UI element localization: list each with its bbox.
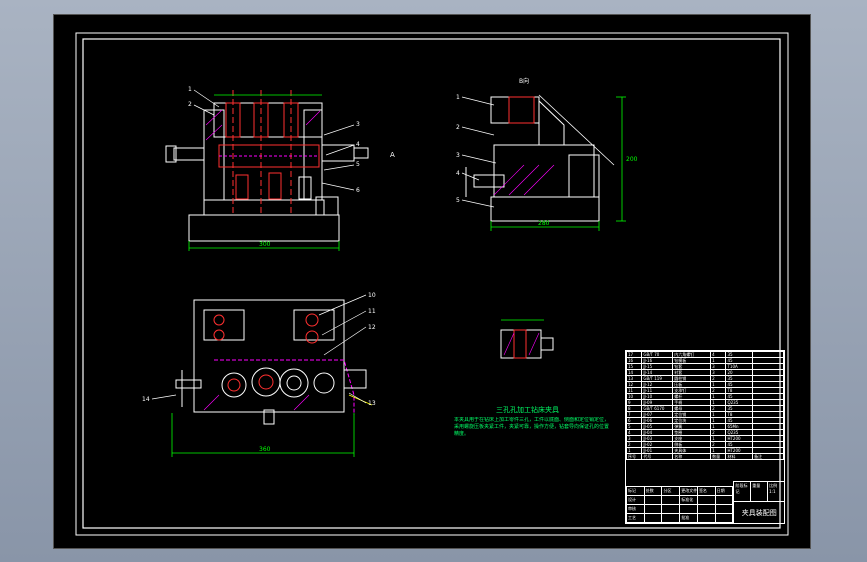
signature-cell: 分区 — [661, 486, 681, 496]
signature-cell: 审核 — [626, 504, 645, 514]
signature-cell — [643, 495, 663, 505]
signature-cell: 批准 — [679, 513, 698, 523]
parts-list-table: 17 GB/T 70 内六角螺钉 4 35 16 JJ-16 钻模板 1 45 15 JJ-15 钻套 3… — [625, 351, 784, 460]
title-block[interactable]: 17 GB/T 70 内六角螺钉 4 35 16 JJ-16 钻模板 1 45 15 JJ-15 钻套 3… — [625, 350, 785, 524]
signature-cell — [643, 504, 663, 514]
parts-list-cell: 数量 — [710, 453, 727, 460]
stage-block: 阶段标记 重量 比例 1:1 — [733, 481, 784, 501]
plan-part-label: 12 — [368, 324, 376, 331]
parts-list-cell: 备注 — [752, 453, 784, 460]
drawing-name: 夹具装配图 — [733, 501, 784, 523]
signature-cell — [661, 495, 681, 505]
signature-cell: 日期 — [714, 486, 734, 496]
signature-cell: 签名 — [696, 486, 716, 496]
front-part-label: 3 — [356, 121, 360, 128]
front-part-label: 6 — [356, 187, 360, 194]
parts-list-cell: 材料 — [725, 453, 754, 460]
signature-row: 审核 — [626, 504, 734, 514]
plan-width-dimension: 360 — [259, 446, 271, 453]
stage-label: 阶段标记 — [734, 482, 752, 501]
signature-row: 设计 标准化 — [626, 495, 734, 505]
signature-cell: 标准化 — [679, 495, 698, 505]
side-height-dimension: 200 — [626, 156, 638, 163]
front-width-dimension: 300 — [259, 241, 271, 248]
signature-cell: 设计 — [626, 495, 645, 505]
parts-list-cell: 名称 — [672, 453, 712, 460]
plan-view[interactable]: 360 10 11 12 13 14 — [142, 292, 376, 457]
signature-cell: 工艺 — [626, 513, 645, 523]
scale-value: 1:1 — [769, 489, 776, 494]
signature-table: 标记处数分区更改文件号签名日期设计标准化审核工艺批准 — [626, 486, 734, 523]
signature-cell: 更改文件号 — [679, 486, 698, 496]
front-part-label: 4 — [356, 141, 360, 148]
side-part-label: 2 — [456, 124, 460, 131]
signature-cell — [714, 504, 734, 514]
view-b-label: B向 — [519, 77, 529, 85]
plan-part-label: 13 — [368, 400, 376, 407]
side-width-dimension: 280 — [538, 220, 550, 227]
notes-title: 三孔孔加工钻床夹具 — [496, 405, 559, 414]
parts-list-cell: 代号 — [641, 453, 674, 460]
front-view[interactable]: 300 1 2 3 4 5 6 A — [165, 86, 395, 251]
plan-part-label: 11 — [368, 308, 376, 315]
front-part-label: 2 — [188, 101, 192, 108]
signature-cell — [714, 513, 734, 523]
signature-cell: 处数 — [643, 486, 663, 496]
side-view[interactable]: B向 280 200 1 2 3 4 5 — [456, 77, 638, 231]
plan-part-label: 14 — [142, 396, 150, 403]
scale-label-text: 比例 — [769, 483, 778, 488]
detail-view[interactable] — [500, 319, 554, 359]
technical-notes: 三孔孔加工钻床夹具 本夹具用于在钻床上加工零件三孔，工件以底面、侧面和定位销定位… — [454, 405, 609, 437]
signature-cell — [661, 504, 681, 514]
signature-cell: 标记 — [626, 486, 645, 496]
side-part-label: 3 — [456, 152, 460, 159]
plan-part-label: 10 — [368, 292, 376, 299]
parts-list-header: 序号 代号 名称 数量 材料 备注 — [625, 453, 784, 460]
front-part-label: 5 — [356, 161, 360, 168]
front-part-label: 1 — [188, 86, 192, 93]
signature-cell — [696, 504, 716, 514]
signature-cell — [661, 513, 681, 523]
side-part-label: 1 — [456, 94, 460, 101]
section-label-a: A — [390, 151, 395, 159]
signature-cell — [696, 513, 716, 523]
signature-row: 标记处数分区更改文件号签名日期 — [626, 486, 734, 496]
signature-cell — [696, 495, 716, 505]
parts-list-cell: 序号 — [625, 453, 643, 460]
side-part-label: 5 — [456, 197, 460, 204]
notes-body: 本夹具用于在钻床上加工零件三孔，工件以底面、侧面和定位销定位，采用螺旋压板夹紧工… — [454, 417, 609, 437]
signature-row: 工艺 批准 — [626, 513, 734, 523]
scale-label: 比例 1:1 — [768, 482, 784, 501]
cad-viewport[interactable]: 300 1 2 3 4 5 6 A B向 280 200 1 2 3 4 5 3… — [54, 15, 810, 548]
signature-cell — [643, 513, 663, 523]
weight-label: 重量 — [751, 482, 769, 501]
signature-cell — [714, 495, 734, 505]
side-part-label: 4 — [456, 170, 460, 177]
signature-cell — [679, 504, 698, 514]
